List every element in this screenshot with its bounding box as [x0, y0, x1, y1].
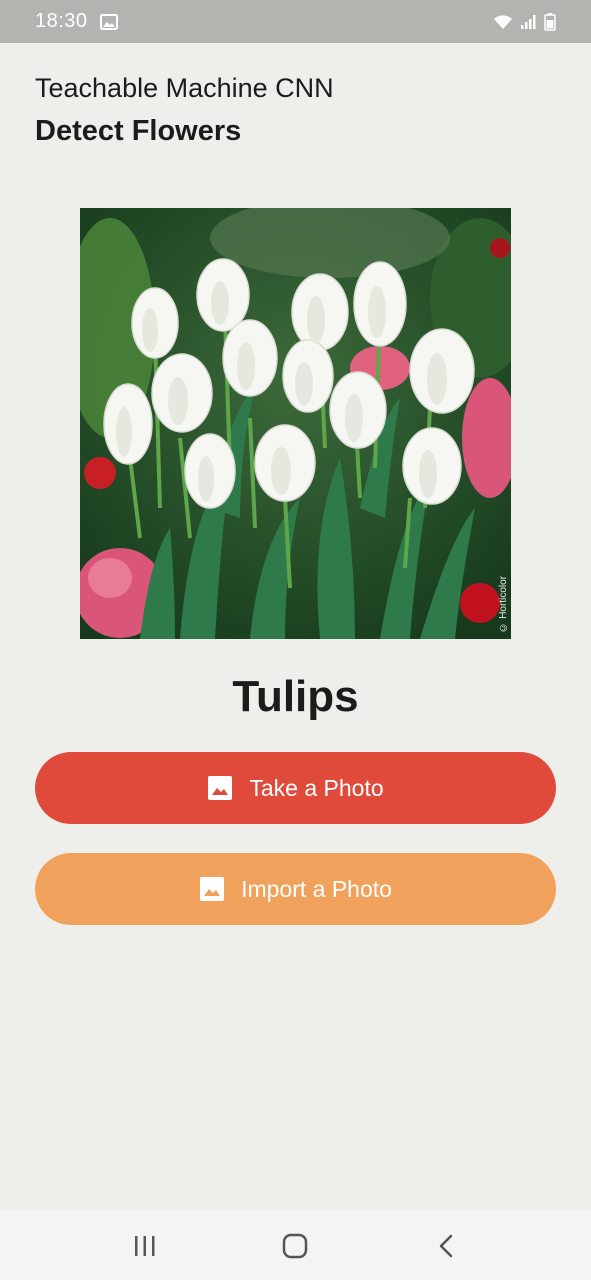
- take-photo-button[interactable]: Take a Photo: [35, 752, 556, 824]
- take-photo-label: Take a Photo: [249, 774, 384, 801]
- wifi-icon: [494, 14, 512, 29]
- app-header: Teachable Machine CNN Detect Flowers: [35, 70, 334, 149]
- signal-icon: [521, 14, 536, 29]
- photo-illustration: [80, 208, 511, 639]
- status-time: 18:30: [35, 10, 88, 32]
- image-icon: [208, 776, 233, 800]
- system-nav-bar: [0, 1211, 591, 1280]
- app-subtitle: Teachable Machine CNN: [35, 73, 334, 103]
- gallery-icon: [99, 13, 118, 30]
- home-icon: [283, 1233, 308, 1258]
- recents-button[interactable]: [115, 1216, 175, 1276]
- status-bar: 18:30: [0, 0, 591, 43]
- back-button[interactable]: [416, 1216, 476, 1276]
- import-photo-button[interactable]: Import a Photo: [35, 853, 556, 925]
- image-icon: [200, 877, 225, 901]
- status-icons: [492, 12, 556, 31]
- prediction-label: Tulips: [232, 672, 359, 721]
- photo-watermark: © Horticolor: [498, 576, 509, 633]
- app-title: Detect Flowers: [35, 115, 242, 147]
- recents-icon: [135, 1235, 155, 1256]
- battery-icon: [544, 12, 556, 31]
- tulips-photo: © Horticolor: [80, 208, 511, 639]
- back-icon: [439, 1234, 453, 1257]
- import-photo-label: Import a Photo: [241, 875, 392, 902]
- home-button[interactable]: [265, 1216, 325, 1276]
